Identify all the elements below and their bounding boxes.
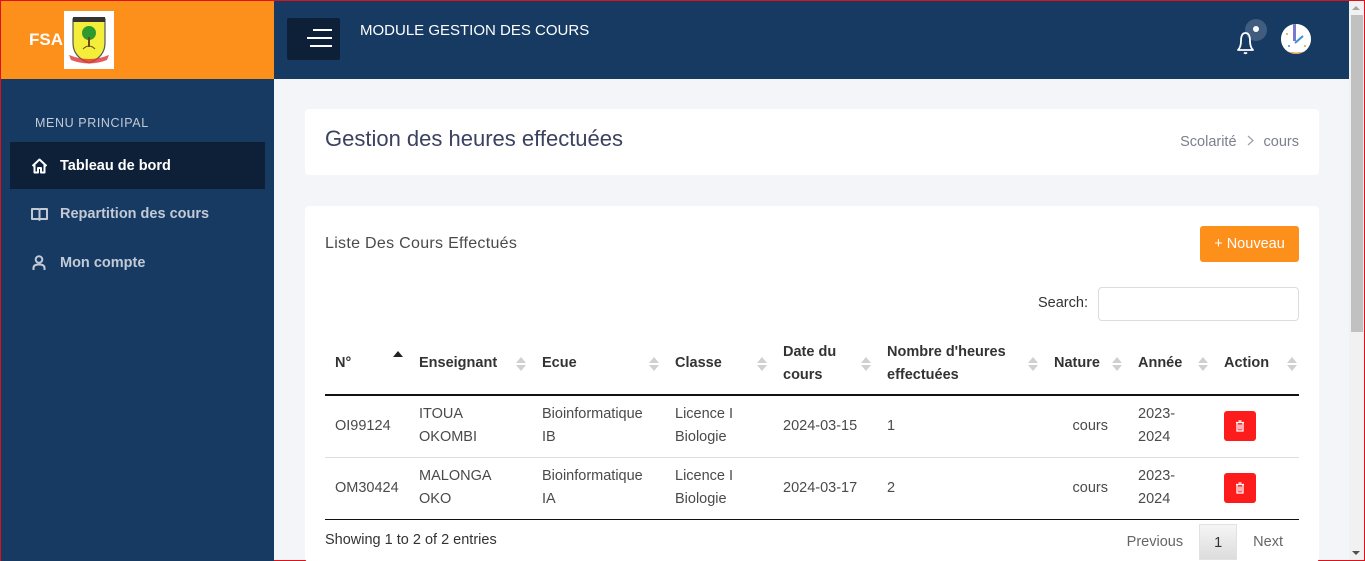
home-icon [30,157,48,175]
cell-action [1214,395,1299,458]
trash-icon [1236,482,1244,494]
cell-ecue: Bioinformatique IB [532,395,665,458]
pagination-next[interactable]: Next [1237,524,1299,560]
new-course-button[interactable]: + Nouveau [1200,226,1299,262]
table-info: Showing 1 to 2 of 2 entries [325,532,497,548]
trash-icon [1236,420,1244,432]
column-label: Classe [675,355,722,371]
cell-annee: 2023-2024 [1128,395,1214,458]
cell-annee: 2023-2024 [1128,457,1214,520]
cell-enseignant: ITOUA OKOMBI [409,395,532,458]
courses-list-card: Liste Des Cours Effectués + Nouveau Sear… [305,206,1319,561]
menu-section-title: MENU PRINCIPAL [35,116,149,130]
column-header-annee[interactable]: Année [1128,333,1214,396]
cell-action [1214,457,1299,520]
hamburger-menu-button[interactable] [287,18,340,60]
column-label: Enseignant [419,355,498,371]
cell-classe: Licence I Biologie [665,395,773,458]
cell-heures: 2 [877,457,1044,520]
cell-numero: OI99124 [325,395,409,458]
cell-nature: cours [1044,457,1128,520]
sort-icon [1198,356,1208,371]
page-header-card: Gestion des heures effectuées Scolarité … [305,109,1319,175]
sidebar-item-label: Tableau de bord [60,157,171,174]
sort-ascending-icon [393,350,403,371]
user-icon [30,254,48,272]
column-label: N° [335,355,352,371]
brand-header: FSA [1,1,274,79]
sort-icon [1112,356,1122,371]
chevron-right-icon [1247,134,1254,150]
book-open-icon [30,205,48,223]
delete-button[interactable] [1224,411,1256,442]
university-crest-icon [64,11,114,69]
scroll-down-arrow-icon[interactable] [1352,551,1360,555]
topbar: MODULE GESTION DES COURS [274,1,1350,79]
sort-icon [1028,356,1038,371]
column-header-date[interactable]: Date du cours [773,333,877,396]
column-header-enseignant[interactable]: Enseignant [409,333,532,396]
page-title: Gestion des heures effectuées [325,126,624,151]
cell-date: 2024-03-15 [773,395,877,458]
cell-nature: cours [1044,395,1128,458]
breadcrumb: Scolarité cours [1180,134,1299,150]
sort-icon [516,356,526,371]
column-header-classe[interactable]: Classe [665,333,773,396]
column-label: Année [1138,355,1183,371]
scrollbar-thumb[interactable] [1351,15,1363,332]
cell-heures: 1 [877,395,1044,458]
sort-icon [757,356,767,371]
brand-name: FSA [29,30,63,49]
hamburger-menu-icon [313,29,332,31]
table-row: OI99124 ITOUA OKOMBI Bioinformatique IB … [325,395,1299,458]
pagination: Previous 1 Next [1111,524,1299,560]
column-label: Action [1224,355,1270,371]
delete-button[interactable] [1224,473,1256,503]
hamburger-line [310,45,332,47]
pagination-previous[interactable]: Previous [1111,524,1199,560]
cell-ecue: Bioinformatique IA [532,457,665,520]
column-label: Date du cours [783,343,837,383]
notification-dot [1253,26,1259,32]
hamburger-line [307,37,332,39]
column-label: Ecue [542,355,577,371]
column-label: Nature [1054,355,1100,371]
sort-icon [1287,356,1297,371]
list-title: Liste Des Cours Effectués [325,235,518,252]
column-header-nature[interactable]: Nature [1044,333,1128,396]
courses-table: N° Enseignant Ecue Classe Date du cours … [325,333,1299,520]
notification-button[interactable] [1232,21,1272,61]
breadcrumb-cours: cours [1263,134,1299,150]
cell-date: 2024-03-17 [773,457,877,520]
bell-icon [1237,32,1254,55]
page-scrollbar[interactable] [1349,1,1364,560]
module-title: MODULE GESTION DES COURS [360,22,590,39]
table-header-row: N° Enseignant Ecue Classe Date du cours … [325,333,1299,396]
sidebar-item-repartition-des-cours[interactable]: Repartition des cours [10,190,265,237]
user-avatar[interactable] [1281,24,1311,54]
cell-enseignant: MALONGA OKO [409,457,532,520]
column-header-heures[interactable]: Nombre d'heures effectuées [877,333,1044,396]
table-row: OM30424 MALONGA OKO Bioinformatique IA L… [325,457,1299,520]
cell-numero: OM30424 [325,457,409,520]
breadcrumb-scolarite[interactable]: Scolarité [1180,134,1236,150]
sidebar-item-label: Repartition des cours [60,205,210,222]
sort-icon [649,356,659,371]
cell-classe: Licence I Biologie [665,457,773,520]
sidebar-item-label: Mon compte [60,254,146,271]
scroll-up-arrow-icon[interactable] [1352,6,1360,10]
column-header-action[interactable]: Action [1214,333,1299,396]
pagination-page-current[interactable]: 1 [1199,524,1238,560]
sort-icon [861,356,871,371]
sidebar-item-mon-compte[interactable]: Mon compte [10,239,265,286]
sidebar-item-tableau-de-bord[interactable]: Tableau de bord [10,142,265,189]
column-header-numero[interactable]: N° [325,333,409,396]
column-header-ecue[interactable]: Ecue [532,333,665,396]
column-label: Nombre d'heures effectuées [887,343,1006,383]
search-input[interactable] [1098,287,1299,321]
sidebar: MENU PRINCIPAL Tableau de bord Repartiti… [1,79,274,561]
search-label: Search: [1038,295,1088,311]
